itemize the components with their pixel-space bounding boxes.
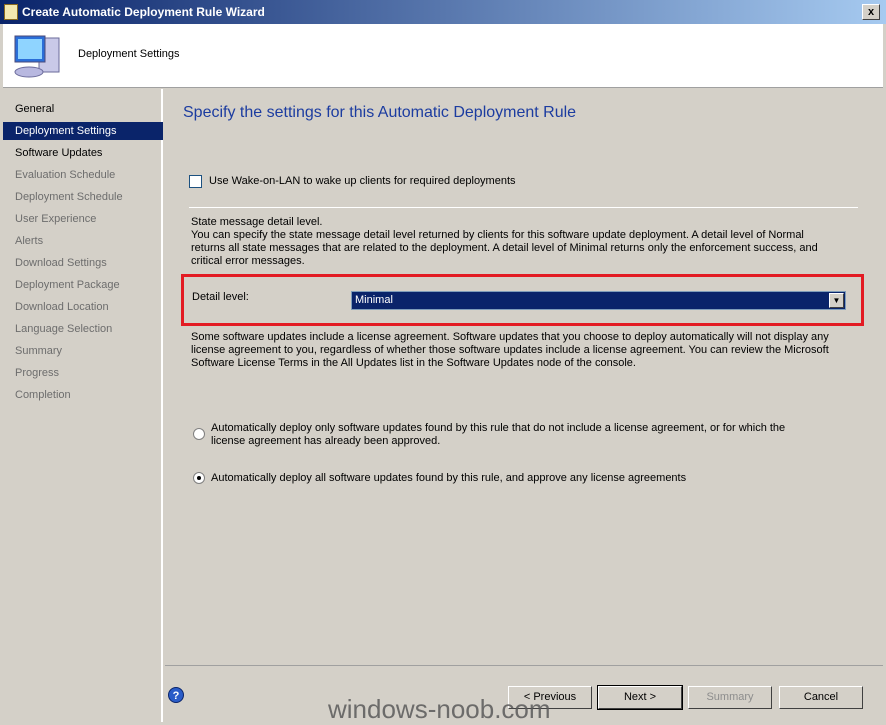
radio-deploy-no-license[interactable]: [193, 428, 205, 440]
wake-on-lan-label[interactable]: Use Wake-on-LAN to wake up clients for r…: [209, 175, 516, 187]
sidebar-item-alerts[interactable]: Alerts: [3, 232, 163, 250]
state-description: You can specify the state message detail…: [191, 229, 818, 267]
sidebar-item-user-experience[interactable]: User Experience: [3, 210, 163, 228]
close-button[interactable]: x: [862, 4, 880, 20]
state-heading: State message detail level.: [191, 216, 323, 228]
sidebar-item-deployment-package[interactable]: Deployment Package: [3, 276, 163, 294]
detail-level-label: Detail level:: [192, 291, 249, 303]
wake-on-lan-checkbox[interactable]: [189, 175, 202, 188]
sidebar-item-completion[interactable]: Completion: [3, 386, 163, 404]
sidebar-item-download-settings[interactable]: Download Settings: [3, 254, 163, 272]
chevron-down-icon[interactable]: ▼: [829, 293, 844, 308]
cancel-button[interactable]: Cancel: [779, 686, 863, 709]
sidebar-item-deployment-settings[interactable]: Deployment Settings: [3, 122, 163, 140]
radio-deploy-all[interactable]: [193, 472, 205, 484]
wizard-header: Deployment Settings: [3, 24, 883, 88]
footer-divider: [165, 665, 883, 666]
window-title: Create Automatic Deployment Rule Wizard: [22, 5, 265, 19]
license-note: Some software updates include a license …: [191, 331, 829, 369]
state-message-text: State message detail level. You can spec…: [191, 216, 841, 268]
sidebar-item-software-updates[interactable]: Software Updates: [3, 144, 163, 162]
wizard-icon: [4, 4, 18, 20]
sidebar-item-language-selection[interactable]: Language Selection: [3, 320, 163, 338]
help-icon[interactable]: ?: [168, 687, 184, 703]
radio-deploy-no-license-label[interactable]: Automatically deploy only software updat…: [211, 422, 821, 448]
sidebar-item-deployment-schedule[interactable]: Deployment Schedule: [3, 188, 163, 206]
wizard-steps: General Deployment Settings Software Updat…: [3, 89, 163, 722]
divider: [189, 207, 858, 208]
radio-deploy-all-label[interactable]: Automatically deploy all software update…: [211, 472, 686, 484]
sidebar-item-progress[interactable]: Progress: [3, 364, 163, 382]
detail-level-dropdown[interactable]: Minimal ▼: [351, 291, 846, 310]
next-button[interactable]: Next >: [597, 685, 683, 710]
watermark: windows-noob.com: [328, 694, 551, 724]
page-title: Specify the settings for this Automatic …: [183, 104, 577, 121]
sidebar-item-download-location[interactable]: Download Location: [3, 298, 163, 316]
computer-icon: [14, 35, 60, 78]
sidebar-item-evaluation-schedule[interactable]: Evaluation Schedule: [3, 166, 163, 184]
sidebar-item-summary[interactable]: Summary: [3, 342, 163, 360]
title-bar: Create Automatic Deployment Rule Wizard: [0, 0, 886, 24]
detail-level-value: Minimal: [355, 294, 393, 306]
header-title: Deployment Settings: [78, 48, 180, 60]
summary-button[interactable]: Summary: [688, 686, 772, 709]
sidebar-item-general[interactable]: General: [3, 100, 163, 118]
